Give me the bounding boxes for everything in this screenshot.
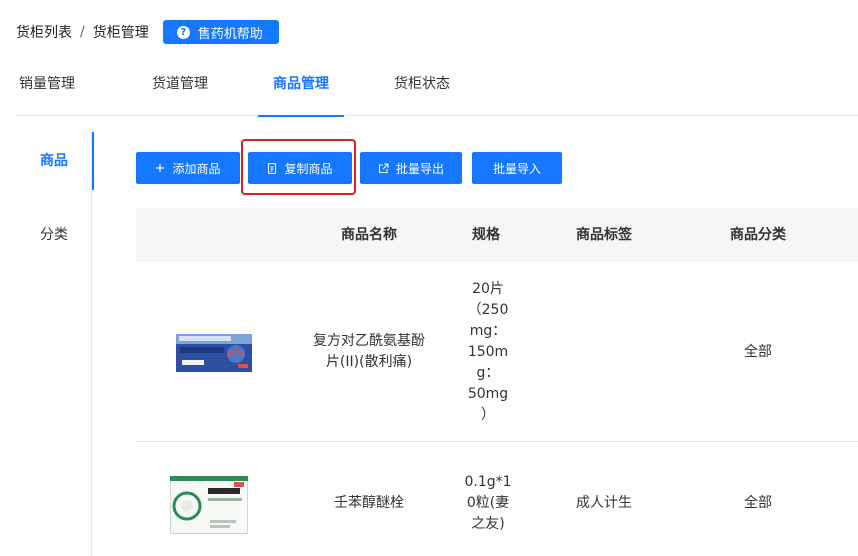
top-tabs: 销量管理 货道管理 商品管理 货柜状态 xyxy=(16,58,858,117)
sidebar-item-product[interactable]: 商品 xyxy=(16,132,94,190)
product-image xyxy=(170,476,248,534)
tab-channel[interactable]: 货道管理 xyxy=(150,58,210,116)
tab-sales[interactable]: 销量管理 xyxy=(16,58,78,116)
table-row[interactable]: 壬苯醇醚栓 0.1g*1 0粒(妻 之友) 成人计生 全部 xyxy=(136,442,858,556)
add-product-button[interactable]: 添加商品 xyxy=(136,152,240,184)
copy-icon xyxy=(267,162,277,174)
product-image xyxy=(176,334,252,372)
tab-cabinet-status[interactable]: 货柜状态 xyxy=(392,58,452,116)
vending-help-label: 售药机帮助 xyxy=(197,26,263,42)
column-header-category: 商品分类 xyxy=(730,227,786,243)
breadcrumb-parent[interactable]: 货柜列表 xyxy=(16,22,72,42)
copy-product-label: 复制商品 xyxy=(284,161,333,176)
table-row[interactable]: 复方对乙酰氨基酚 片(II)(散利痛) 20片 （250 mg： 150m g：… xyxy=(136,262,858,442)
column-header-name: 商品名称 xyxy=(341,227,397,243)
plus-icon xyxy=(155,163,165,173)
bulk-export-label: 批量导出 xyxy=(395,161,444,176)
question-icon: ? xyxy=(176,25,190,39)
breadcrumb: 货柜列表 / 货柜管理 ? 售药机帮助 xyxy=(16,20,279,44)
sidebar: 商品 分类 xyxy=(16,132,94,556)
sidebar-item-category[interactable]: 分类 xyxy=(16,206,92,264)
add-product-label: 添加商品 xyxy=(172,161,221,176)
vending-help-button[interactable]: ? 售药机帮助 xyxy=(162,20,279,44)
export-icon xyxy=(378,163,389,174)
product-tag xyxy=(554,262,654,442)
product-category: 全部 xyxy=(744,343,772,360)
product-name: 壬苯醇醚栓 xyxy=(334,494,404,511)
column-header-tag: 商品标签 xyxy=(576,227,632,243)
product-tag: 成人计生 xyxy=(576,494,632,511)
product-spec: 20片 （250 mg： 150m g： 50mg ） xyxy=(467,280,509,423)
table-header: 商品名称 规格 商品标签 商品分类 xyxy=(136,208,858,262)
copy-product-button[interactable]: 复制商品 xyxy=(248,152,352,184)
tab-product[interactable]: 商品管理 xyxy=(258,58,344,117)
bulk-export-button[interactable]: 批量导出 xyxy=(360,152,462,184)
product-spec: 0.1g*1 0粒(妻 之友) xyxy=(464,473,512,532)
column-header-spec: 规格 xyxy=(472,227,500,243)
product-category: 全部 xyxy=(744,494,772,511)
breadcrumb-current: 货柜管理 xyxy=(92,25,149,41)
bulk-import-label: 批量导入 xyxy=(492,161,541,176)
bulk-import-button[interactable]: 批量导入 xyxy=(472,152,562,184)
breadcrumb-separator: / xyxy=(80,24,85,40)
product-table: 商品名称 规格 商品标签 商品分类 复方对乙酰氨基酚 片(II)(散利痛) 20… xyxy=(136,208,858,556)
product-name: 复方对乙酰氨基酚 片(II)(散利痛) xyxy=(313,333,425,370)
